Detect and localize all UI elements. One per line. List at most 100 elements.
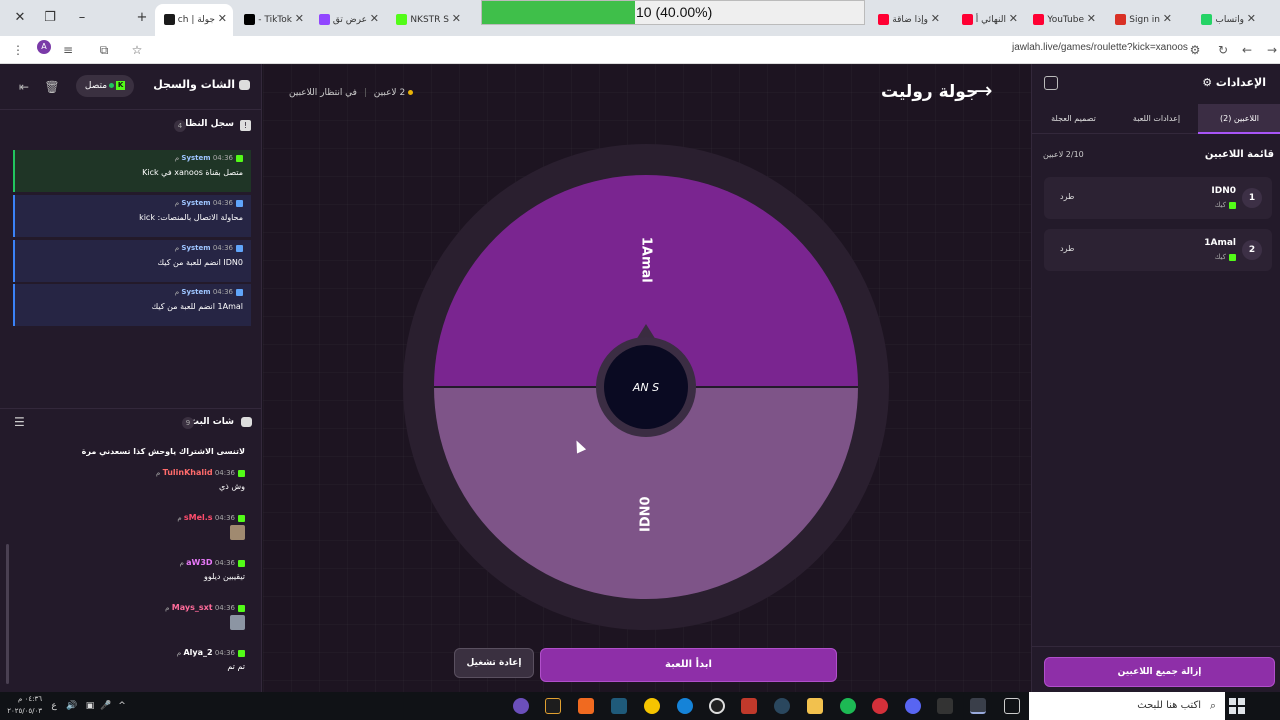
menu-dots-icon[interactable]: ⋮ [8,40,28,60]
taskbar-search-input[interactable]: ⌕ اكتب هنا للبحث [1029,692,1225,720]
close-icon[interactable]: ✕ [1160,6,1172,32]
chat-username[interactable]: aW3D [186,558,212,567]
kick-logo-icon [1229,201,1236,209]
close-icon[interactable]: ✕ [292,6,304,32]
close-icon[interactable]: ✕ [1084,6,1096,32]
tab-label: وإذا ضاقة [892,15,928,25]
close-icon[interactable]: ✕ [928,6,940,32]
system-log-message: System 04:36 م متصل بقناة xanoos في Kick [13,150,251,192]
log-icon: ! [240,120,251,131]
live-chat-count: 9 [182,417,194,429]
steam-icon[interactable] [774,698,790,714]
back-arrow-icon[interactable]: → [1262,40,1280,60]
chat-message: Alya_2 04:36 م تم تم [25,648,245,671]
log-sender: System [181,199,211,207]
app-icon[interactable] [545,698,561,714]
chat-username[interactable]: Mays_sxt [172,603,213,612]
chat-message: aW3D 04:36 م تيقيبين ديلوو [25,558,245,581]
chat-message: Mays_sxt 04:36 م [25,603,245,633]
connection-status-text: متصل [84,81,108,91]
chat-text: تيقيبين ديلوو [204,572,245,581]
close-window-icon[interactable]: ✕ [10,8,30,28]
log-text: متصل بقناة xanoos في Kick [142,168,243,177]
chat-username[interactable]: TulinKhalid [163,468,213,477]
app-icon[interactable] [872,698,888,714]
tab-signin[interactable]: ✕Sign in [1104,6,1178,32]
tab-youtube-1[interactable]: ✕وإذا ضاقة [866,6,946,32]
gear-icon: ⚙ [1202,76,1213,89]
settings-tabs: اللاعبين (2) إعدادات اللعبة تصميم العجلة [1032,104,1280,134]
tab-whatsapp[interactable]: ✕واتساب [1182,6,1262,32]
app-icon[interactable] [513,698,529,714]
chat-username[interactable]: Alya_2 [183,648,212,657]
bookmark-star-icon[interactable]: ☆ [127,40,147,60]
windows-start-icon[interactable] [1229,698,1245,714]
roulette-wheel[interactable]: 1Amal IDN0 AN S [403,144,889,630]
live-chat-header[interactable]: شات البث 9 ☰ [0,408,262,432]
reset-button[interactable]: إعادة تشغيل [454,648,534,678]
app-icon[interactable] [741,698,757,714]
tab-game-settings[interactable]: إعدادات اللعبة [1115,104,1198,134]
restore-window-icon[interactable]: ❐ [40,8,60,28]
spotify-icon[interactable] [840,698,856,714]
clock-date: ٢٠٢٥/٠٥/٠٣ [7,707,42,715]
start-game-button[interactable]: ابدأ اللعبة [540,648,837,682]
collapse-panel-icon[interactable] [1044,76,1058,90]
tab-players[interactable]: اللاعبين (2) [1198,104,1280,134]
new-tab-button[interactable]: + [132,8,152,28]
kick-player-button[interactable]: طرد [1060,192,1074,201]
minimize-window-icon[interactable]: – [72,8,92,28]
folder-icon[interactable] [807,698,823,714]
kick-player-button[interactable]: طرد [1060,244,1074,253]
language-indicator[interactable]: ع [48,699,60,713]
close-icon[interactable]: ✕ [449,6,461,32]
tab-youtube-2[interactable]: ✕النهائي أ [948,6,1024,32]
tab-kick[interactable]: ✕NKSTR S [395,6,467,32]
tab-tiktok[interactable]: ✕TikTok - [240,6,310,32]
extensions-icon[interactable]: ⧉ [94,40,114,60]
site-settings-icon[interactable]: ⚙ [1185,40,1205,60]
youtube-favicon-icon [961,14,973,25]
task-view-icon[interactable] [1004,698,1020,714]
back-arrow-icon[interactable]: → [974,79,992,104]
chat-username[interactable]: sMel.s [184,513,213,522]
waiting-status-text: في انتظار اللاعبين [289,88,357,98]
trash-icon[interactable]: 🗑 [44,79,60,95]
app-icon[interactable] [644,698,660,714]
reload-icon[interactable]: ↻ [1213,40,1233,60]
chrome-icon[interactable] [970,698,986,714]
player-platform: كيك [1215,201,1236,209]
tab-youtube-3[interactable]: ✕YouTube [1026,6,1102,32]
kick-logo-icon [238,514,245,522]
tray-clock[interactable]: ٠٤:٣٦ م ٢٠٢٥/٠٥/٠٣ [6,693,42,717]
close-icon[interactable]: ✕ [1244,6,1256,32]
profile-avatar[interactable]: A [37,40,51,54]
player-platform-text: كيك [1214,201,1226,209]
chat-scrollbar[interactable] [6,544,9,684]
display-icon[interactable]: ▣ [84,699,96,713]
app-icon[interactable] [611,698,627,714]
youtube-favicon-icon [1033,14,1045,25]
system-log-header[interactable]: ! سجل النظام 4 [0,114,262,138]
tab-twitch[interactable]: ✕عرض تق [315,6,385,32]
tab-wheel-design[interactable]: تصميم العجلة [1032,104,1115,134]
jawlah-favicon-icon [163,14,175,25]
microphone-icon[interactable]: 🎤 [100,699,112,713]
close-icon[interactable]: ✕ [367,6,379,32]
tab-jawlah[interactable]: ✕جولة | ch [155,4,233,36]
playlist-icon[interactable]: ≡ [58,40,78,60]
volume-icon[interactable]: 🔊 [66,699,78,713]
app-icon[interactable] [709,698,725,714]
discord-icon[interactable] [905,698,921,714]
edge-icon[interactable] [677,698,693,714]
url-field[interactable]: jawlah.live/games/roulette?kick=xanoos [1012,42,1188,53]
forward-arrow-icon[interactable]: ← [1237,40,1257,60]
app-icon[interactable] [578,698,594,714]
app-icon[interactable] [937,698,953,714]
close-icon[interactable]: ✕ [215,4,227,34]
remove-all-players-button[interactable]: إزالة جميع اللاعبين [1044,657,1275,687]
close-icon[interactable]: ✕ [1006,6,1018,32]
chevron-up-icon[interactable]: ^ [116,699,128,713]
collapse-panel-icon[interactable]: ⇤ [16,79,32,95]
filter-lines-icon[interactable]: ☰ [14,415,25,429]
